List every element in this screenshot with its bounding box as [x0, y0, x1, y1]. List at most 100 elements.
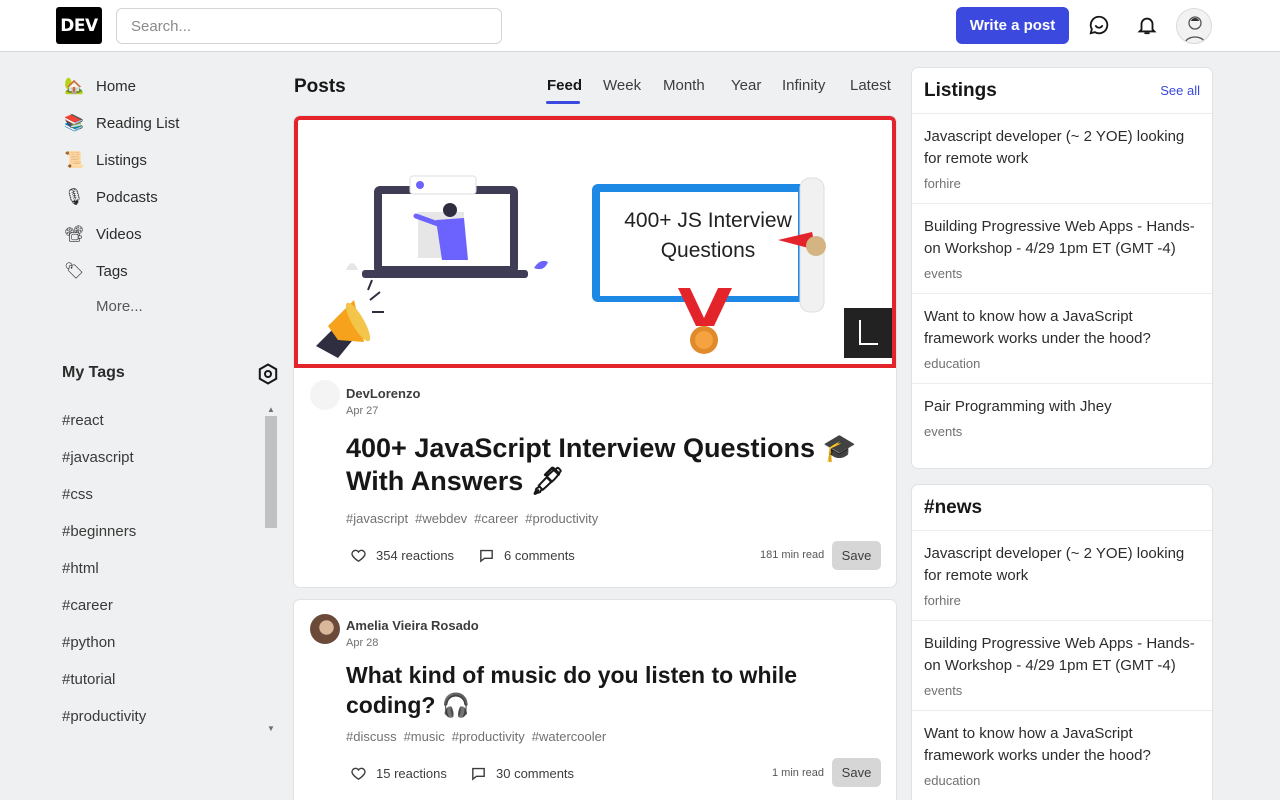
post-tag[interactable]: #music	[404, 729, 445, 744]
news-item[interactable]: Building Progressive Web Apps - Hands-on…	[912, 621, 1212, 711]
comments-button[interactable]: 6 comments	[478, 547, 575, 564]
my-tag-tutorial[interactable]: #tutorial	[62, 671, 115, 688]
dev-logo[interactable]: DEV	[56, 7, 102, 44]
heart-icon	[351, 549, 366, 563]
listing-item[interactable]: Javascript developer (~ 2 YOE) looking f…	[912, 114, 1212, 204]
tab-infinity[interactable]: Infinity	[782, 77, 825, 94]
comments-count: 6 comments	[504, 548, 575, 563]
sidebar-item-tags[interactable]: 🏷 Tags	[62, 256, 128, 286]
read-time: 1 min read	[772, 767, 824, 779]
write-post-button[interactable]: Write a post	[956, 7, 1069, 44]
posts-heading: Posts	[294, 76, 346, 97]
post-tag[interactable]: #productivity	[525, 511, 598, 526]
post-tags: #javascript #webdev #career #productivit…	[346, 511, 598, 526]
post-date[interactable]: Apr 28	[346, 637, 378, 649]
tab-feed[interactable]: Feed	[547, 77, 582, 94]
camera-icon: 📽	[63, 226, 85, 243]
scroll-up-arrow-icon[interactable]: ▲	[267, 406, 275, 414]
sidebar-item-home[interactable]: 🏡 Home	[62, 71, 136, 101]
reactions-button[interactable]: 354 reactions	[350, 547, 454, 564]
search-input[interactable]	[116, 8, 502, 44]
hexagon-settings-icon[interactable]	[256, 362, 280, 386]
my-tag-html[interactable]: #html	[62, 560, 99, 577]
listing-title: Javascript developer (~ 2 YOE) looking f…	[924, 128, 1185, 167]
post-tag[interactable]: #javascript	[346, 511, 408, 526]
listings-header: Listings See all	[912, 68, 1212, 114]
tab-month[interactable]: Month	[663, 77, 705, 94]
sidebar-item-label: Tags	[96, 262, 128, 280]
sidebar-item-reading-list[interactable]: 📚 Reading List	[62, 108, 179, 138]
post-title[interactable]: What kind of music do you listen to whil…	[346, 660, 886, 720]
post-tag[interactable]: #productivity	[452, 729, 525, 744]
post-date[interactable]: Apr 27	[346, 405, 378, 417]
my-tag-beginners[interactable]: #beginners	[62, 523, 136, 540]
listing-category: events	[924, 266, 963, 281]
news-item[interactable]: Want to know how a JavaScript framework …	[912, 711, 1212, 800]
sidebar-item-label: Videos	[96, 225, 142, 243]
post-card[interactable]: 400+ JS Interview Questions L DevLorenzo…	[294, 116, 896, 587]
scroll-down-arrow-icon[interactable]: ▼	[267, 725, 275, 733]
my-tag-productivity[interactable]: #productivity	[62, 708, 146, 725]
avatar[interactable]	[310, 380, 340, 410]
listing-category: events	[924, 424, 963, 439]
post-tags: #discuss #music #productivity #watercool…	[346, 729, 606, 744]
sidebar-item-listings[interactable]: 📜 Listings	[62, 145, 147, 175]
sidebar-item-videos[interactable]: 📽 Videos	[62, 219, 142, 249]
sidebar-more-link[interactable]: More...	[96, 298, 143, 315]
post-author[interactable]: DevLorenzo	[346, 386, 420, 401]
see-all-link[interactable]: See all	[1160, 83, 1200, 98]
my-tag-python[interactable]: #python	[62, 634, 115, 651]
news-item-category: forhire	[924, 593, 961, 608]
tab-latest[interactable]: Latest	[850, 77, 891, 94]
my-tag-javascript[interactable]: #javascript	[62, 449, 134, 466]
read-time: 181 min read	[760, 549, 825, 561]
listing-item[interactable]: Pair Programming with Jhey events	[912, 384, 1212, 451]
chat-icon[interactable]	[1086, 12, 1112, 38]
bell-icon[interactable]	[1134, 12, 1160, 38]
listing-item[interactable]: Want to know how a JavaScript framework …	[912, 294, 1212, 384]
sidebar-item-label: Listings	[96, 151, 147, 169]
post-tag[interactable]: #webdev	[415, 511, 467, 526]
tab-year[interactable]: Year	[731, 77, 761, 94]
tab-week[interactable]: Week	[603, 77, 641, 94]
post-tag[interactable]: #career	[474, 511, 518, 526]
listings-title: Listings	[924, 79, 997, 101]
post-card[interactable]: Amelia Vieira Rosado Apr 28 What kind of…	[294, 600, 896, 800]
listing-title: Building Progressive Web Apps - Hands-on…	[924, 218, 1195, 257]
save-button[interactable]: Save	[832, 758, 881, 787]
post-cover-image[interactable]: 400+ JS Interview Questions L	[294, 116, 896, 368]
reactions-count: 15 reactions	[376, 766, 447, 781]
news-item-title: Want to know how a JavaScript framework …	[924, 725, 1151, 764]
post-tag[interactable]: #watercooler	[532, 729, 606, 744]
user-avatar[interactable]	[1176, 8, 1212, 44]
sidebar-item-label: Reading List	[96, 114, 180, 132]
news-item-title: Javascript developer (~ 2 YOE) looking f…	[924, 545, 1185, 584]
post-author[interactable]: Amelia Vieira Rosado	[346, 618, 479, 633]
news-item-title: Building Progressive Web Apps - Hands-on…	[924, 635, 1195, 674]
sidebar-item-label: Podcasts	[96, 188, 158, 206]
reactions-button[interactable]: 15 reactions	[350, 765, 447, 782]
news-item-category: education	[924, 773, 981, 788]
comment-icon	[480, 549, 493, 563]
cover-headline: 400+ JS Interview Questions	[624, 209, 792, 262]
tags-scrollbar-thumb[interactable]	[265, 416, 277, 528]
listing-title: Want to know how a JavaScript framework …	[924, 308, 1151, 347]
comments-count: 30 comments	[496, 766, 575, 781]
my-tag-react[interactable]: #react	[62, 412, 104, 429]
sidebar-item-podcasts[interactable]: 🎙 Podcasts	[62, 182, 158, 212]
my-tag-career[interactable]: #career	[62, 597, 113, 614]
avatar[interactable]	[310, 614, 340, 644]
heart-icon	[351, 767, 366, 781]
bookmark-box-icon: 📚	[64, 115, 84, 132]
house-icon: 🏡	[64, 78, 84, 95]
news-title[interactable]: #news	[924, 497, 982, 519]
news-item[interactable]: Javascript developer (~ 2 YOE) looking f…	[912, 531, 1212, 621]
active-tab-indicator	[546, 101, 580, 104]
comments-button[interactable]: 30 comments	[470, 765, 574, 782]
post-tag[interactable]: #discuss	[346, 729, 397, 744]
listing-item[interactable]: Building Progressive Web Apps - Hands-on…	[912, 204, 1212, 294]
my-tags-heading: My Tags	[62, 364, 125, 381]
my-tag-css[interactable]: #css	[62, 486, 93, 503]
post-title[interactable]: 400+ JavaScript Interview Questions 🎓 Wi…	[346, 432, 886, 498]
save-button[interactable]: Save	[832, 541, 881, 570]
